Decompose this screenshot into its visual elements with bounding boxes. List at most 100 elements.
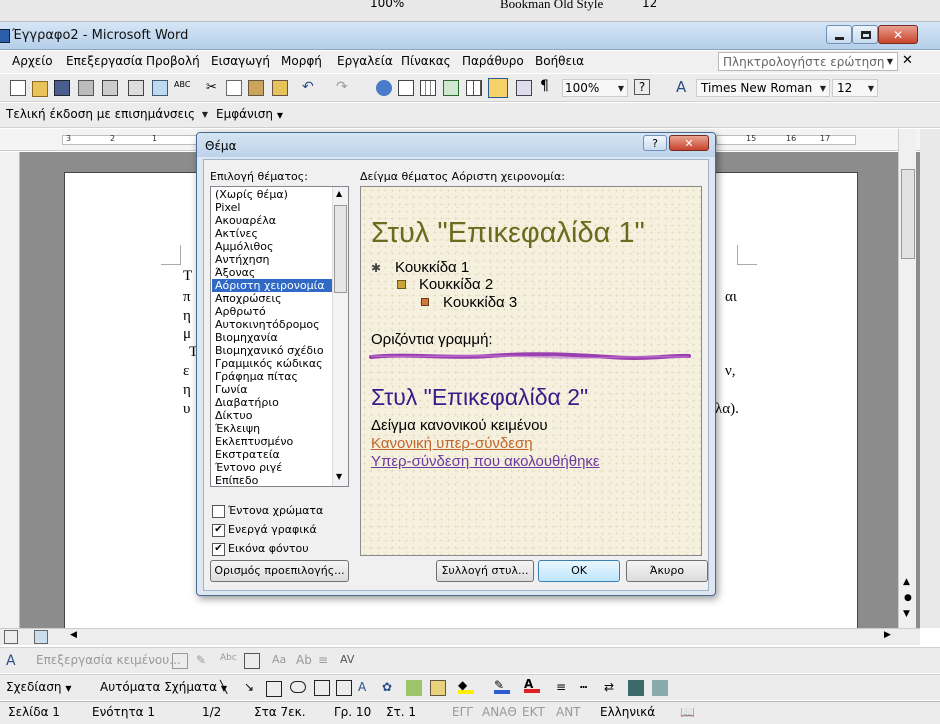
help-icon[interactable]: ? <box>634 79 650 95</box>
format-wordart-icon[interactable]: ✎ <box>196 653 212 669</box>
menu-table[interactable]: Πίνακας <box>401 51 451 71</box>
word-app-icon[interactable] <box>0 29 10 43</box>
wordart-gallery-icon[interactable] <box>172 653 188 669</box>
active-graphics-option[interactable]: ✔ Ενεργά γραφικά <box>212 523 352 537</box>
restore-button[interactable] <box>852 25 878 44</box>
edit-text-button[interactable]: Επεξεργασία κειμένου... <box>36 653 181 667</box>
display-for-review-box[interactable]: Τελική έκδοση με επισημάνσεις ▼ <box>4 106 210 124</box>
status-record-macro[interactable]: ΕΓΓ <box>452 702 473 722</box>
vertical-text-icon[interactable]: Ab <box>296 653 312 669</box>
scroll-right-icon[interactable]: ▶ <box>884 630 900 646</box>
font-color-icon[interactable]: A <box>524 677 540 693</box>
diagram-icon[interactable]: ✿ <box>382 680 398 696</box>
oval-icon[interactable] <box>290 681 306 693</box>
show-formatting-icon[interactable]: ¶ <box>540 78 556 94</box>
cut-icon[interactable]: ✂ <box>206 80 222 96</box>
menu-view[interactable]: Προβολή <box>146 51 200 71</box>
hyperlink-icon[interactable] <box>376 80 392 96</box>
scroll-up-icon[interactable]: ▲ <box>336 189 342 198</box>
status-overtype[interactable]: ΑΝΤ <box>556 702 581 722</box>
theme-list-item[interactable]: Ακτίνες <box>212 227 332 240</box>
wordart-shape-icon[interactable]: Abc <box>220 653 237 669</box>
theme-list-item[interactable]: Αντήχηση <box>212 253 332 266</box>
line-style-icon[interactable]: ≡ <box>556 680 572 696</box>
theme-list-item[interactable]: Αμμόλιθος <box>212 240 332 253</box>
new-document-icon[interactable] <box>10 80 26 96</box>
redo-icon[interactable]: ↷ <box>336 79 352 95</box>
save-icon[interactable] <box>54 80 70 96</box>
browse-object-icon[interactable]: ● <box>904 593 912 603</box>
dialog-close-button[interactable]: ✕ <box>669 135 709 151</box>
help-question-box[interactable]: Πληκτρολογήστε ερώτηση ▼ <box>718 52 898 71</box>
top-font-box[interactable]: Bookman Old Style <box>500 0 603 12</box>
top-size-box[interactable]: 12 <box>642 0 657 10</box>
document-map-icon[interactable] <box>516 80 532 96</box>
vertical-ruler[interactable] <box>0 152 20 628</box>
background-image-checkbox[interactable]: ✔ <box>212 543 225 556</box>
open-folder-icon[interactable] <box>32 81 48 97</box>
theme-list-item[interactable]: Εκστρατεία <box>212 448 332 461</box>
rectangle-icon[interactable] <box>266 681 282 697</box>
theme-list-item[interactable]: Διαβατήριο <box>212 396 332 409</box>
line-icon[interactable]: ╲ <box>220 680 236 696</box>
menu-window[interactable]: Παράθυρο <box>462 51 524 71</box>
line-color-icon[interactable]: ✎ <box>494 678 510 694</box>
insert-table-icon[interactable] <box>420 80 436 96</box>
zoom-box[interactable]: 100% ▼ <box>562 79 628 97</box>
columns-icon[interactable] <box>466 80 482 96</box>
picture-icon[interactable] <box>430 680 446 696</box>
background-image-option[interactable]: ✔ Εικόνα φόντου <box>212 542 352 556</box>
scroll-thumb[interactable] <box>901 169 915 259</box>
draw-menu-button[interactable]: Σχεδίαση ▼ <box>6 680 72 694</box>
style-gallery-button[interactable]: Συλλογή στυλ... <box>436 560 534 582</box>
cancel-button[interactable]: Άκυρο <box>626 560 708 582</box>
arrow-icon[interactable]: ↘ <box>244 680 260 696</box>
menu-help[interactable]: Βοήθεια <box>535 51 584 71</box>
menu-insert[interactable]: Εισαγωγή <box>211 51 270 71</box>
arrow-style-icon[interactable]: ⇄ <box>604 680 620 696</box>
theme-list-item[interactable]: Γραμμικός κώδικας <box>212 357 332 370</box>
autoshapes-menu-button[interactable]: Αυτόματα Σχήματα ▼ <box>100 680 227 694</box>
horizontal-scrollbar[interactable]: ◀ ▶ <box>0 628 920 645</box>
ok-button[interactable]: OK <box>538 560 620 582</box>
theme-list-item[interactable]: Δίκτυο <box>212 409 332 422</box>
theme-list-item[interactable]: Άξονας <box>212 266 332 279</box>
list-scroll-thumb[interactable] <box>334 205 347 293</box>
dash-style-icon[interactable]: ┅ <box>580 680 596 696</box>
menu-tools[interactable]: Εργαλεία <box>337 51 393 71</box>
list-scrollbar[interactable]: ▲ ▼ <box>332 187 348 486</box>
set-default-button[interactable]: Ορισμός προεπιλογής... <box>210 560 349 582</box>
theme-list-item[interactable]: Αυτοκινητόδρομος <box>212 318 332 331</box>
styles-formatting-icon[interactable]: A <box>676 78 692 96</box>
3d-style-icon[interactable] <box>652 680 668 696</box>
insert-excel-icon[interactable] <box>443 80 459 96</box>
close-document-button[interactable]: ✕ <box>902 53 913 68</box>
shadow-style-icon[interactable] <box>628 680 644 696</box>
close-window-button[interactable]: ✕ <box>878 25 918 44</box>
theme-list-item[interactable]: Pixel <box>212 201 332 214</box>
font-box[interactable]: Times New Roman ▼ <box>696 79 830 97</box>
next-page-icon[interactable]: ▼ <box>903 609 910 619</box>
same-height-icon[interactable]: Aa <box>272 653 288 669</box>
theme-list-item[interactable]: Αόριστη χειρονομία <box>212 279 332 292</box>
wordart-icon[interactable]: A <box>6 653 22 669</box>
theme-list-item[interactable]: Βιομηχανικό σχέδιο <box>212 344 332 357</box>
undo-icon[interactable]: ↶ <box>302 79 318 95</box>
clip-art-icon[interactable] <box>406 680 422 696</box>
status-extend[interactable]: ΕΚΤ <box>522 702 545 722</box>
theme-listbox[interactable]: (Χωρίς θέμα) Pixel Ακουαρέλα Ακτίνες Αμμόλιθ… <box>210 186 349 487</box>
vivid-colors-checkbox[interactable] <box>212 505 225 518</box>
scroll-left-icon[interactable]: ◀ <box>70 630 86 646</box>
menu-format[interactable]: Μορφή <box>281 51 322 71</box>
permission-icon[interactable] <box>78 80 94 96</box>
dialog-help-button[interactable]: ? <box>643 135 667 151</box>
print-layout-view-icon[interactable] <box>34 630 48 644</box>
char-spacing-icon[interactable]: AV <box>340 653 356 669</box>
print-icon[interactable] <box>102 80 118 96</box>
vertical-text-box-icon[interactable] <box>336 680 352 696</box>
previous-page-icon[interactable]: ▲ <box>903 577 910 587</box>
theme-list-item[interactable]: Αποχρώσεις <box>212 292 332 305</box>
theme-list-item[interactable]: Επίπεδο <box>212 474 332 485</box>
status-track-changes[interactable]: ΑΝΑΘ <box>482 702 517 722</box>
theme-list-item[interactable]: Έκλειψη <box>212 422 332 435</box>
